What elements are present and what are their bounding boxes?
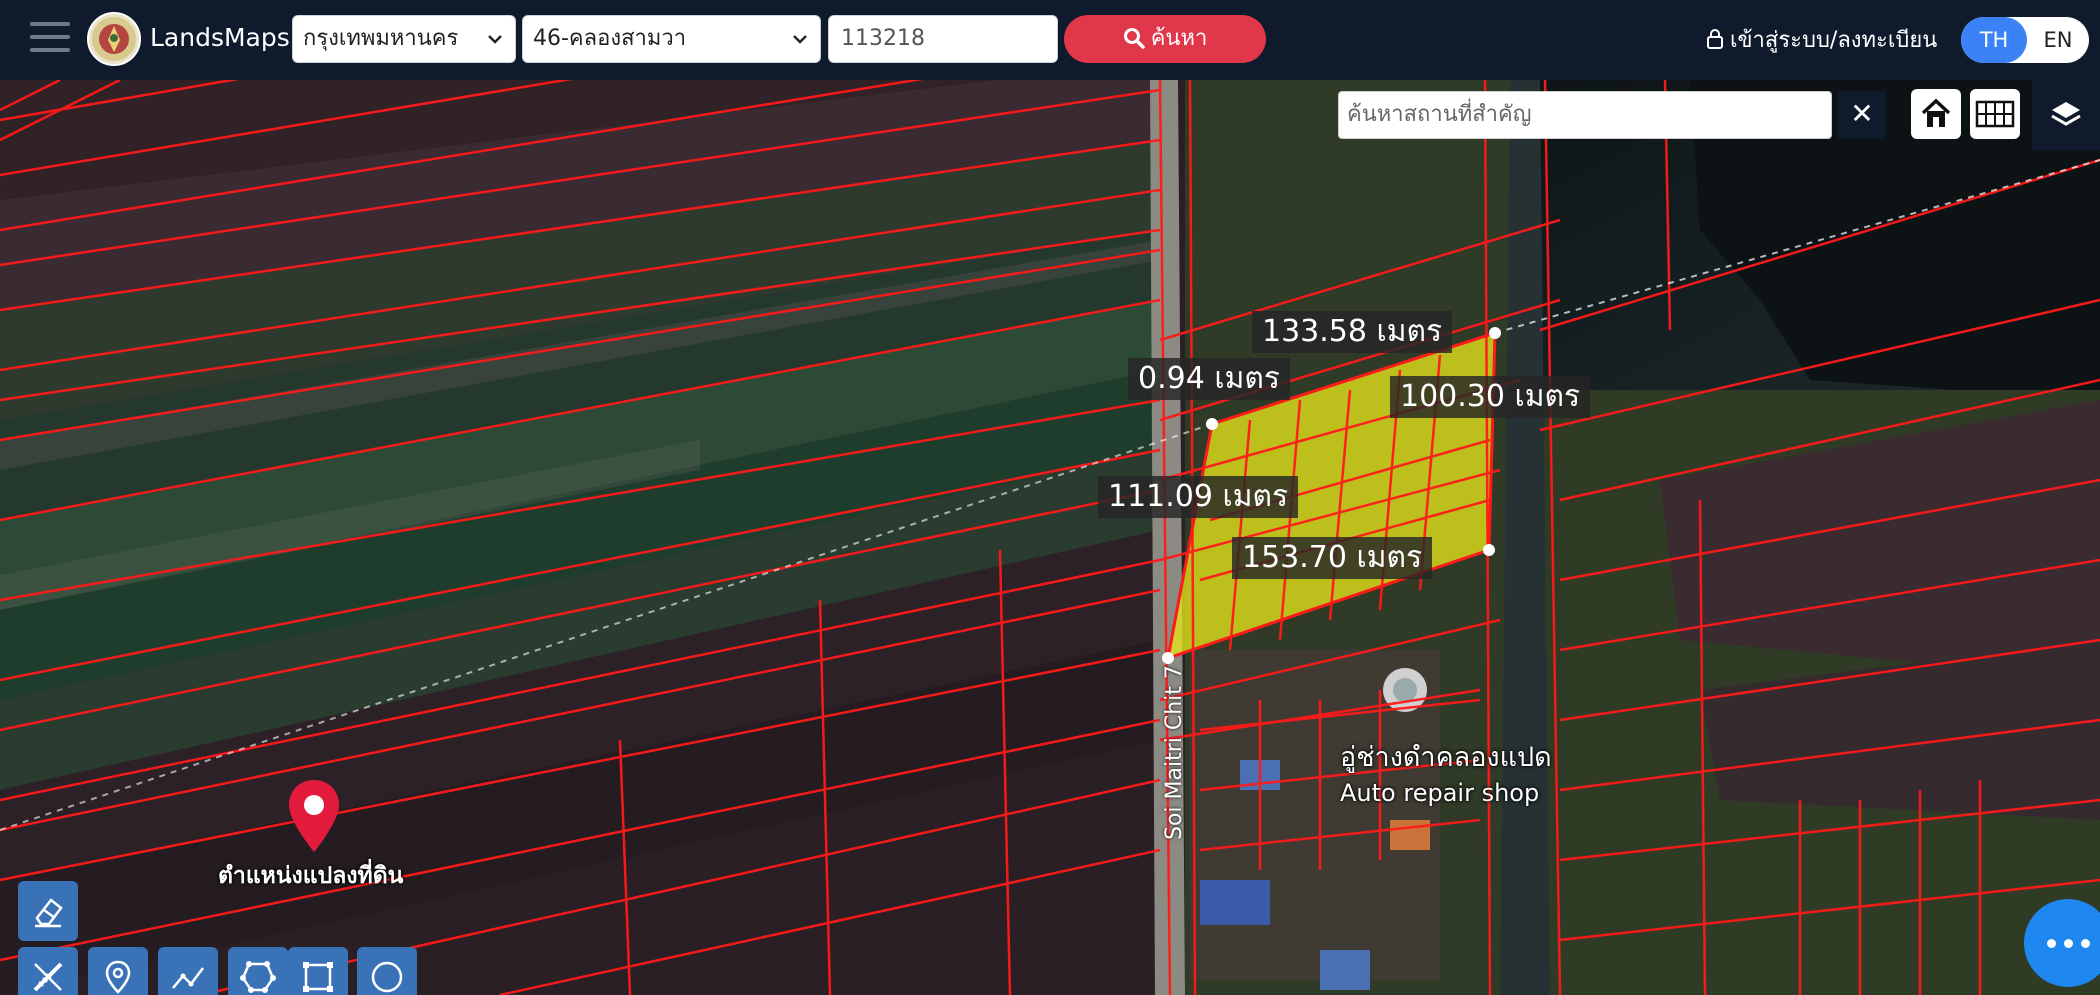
top-navigation-bar: LandsMaps กรุงเทพมหานคร 46-คลองสามวา 113…	[0, 0, 2100, 80]
measurement-label: 133.58 เมตร	[1252, 311, 1453, 353]
shop-label-en[interactable]: Auto repair shop	[1340, 777, 1539, 809]
ruler-icon	[33, 962, 63, 992]
grid-button[interactable]	[1970, 89, 2020, 139]
landsmaps-logo	[87, 12, 141, 66]
road-label: Soi Maitri Chit 7	[1162, 665, 1187, 840]
login-register-link[interactable]: เข้าสู่ระบบ/ลงทะเบียน	[1706, 26, 1937, 56]
clear-search-button[interactable]: ✕	[1838, 91, 1886, 139]
language-toggle: TH EN	[1961, 17, 2089, 63]
line-tool-button[interactable]	[158, 947, 218, 995]
polygon-icon	[240, 961, 276, 993]
measurement-label: 153.70 เมตร	[1232, 537, 1433, 579]
map-canvas[interactable]: 133.58 เมตร 0.94 เมตร 100.30 เมตร 111.09…	[0, 80, 2100, 995]
circle-tool-button[interactable]	[357, 947, 417, 995]
search-icon	[1123, 28, 1145, 49]
circle-icon	[371, 961, 403, 993]
district-select-value: 46-คลองสามวา	[533, 26, 687, 51]
layers-button[interactable]	[2032, 80, 2100, 150]
ruler-tool-button[interactable]	[18, 947, 78, 995]
lock-icon	[1707, 29, 1723, 49]
eraser-tool-button[interactable]	[18, 881, 78, 941]
lang-en-button[interactable]: EN	[2027, 17, 2089, 63]
measurement-label: 100.30 เมตร	[1390, 376, 1591, 418]
map-pin-icon[interactable]	[286, 778, 342, 854]
layers-icon	[2051, 102, 2081, 126]
landmark-search-input[interactable]: ค้นหาสถานที่สำคัญ	[1338, 91, 1832, 139]
eraser-icon	[35, 898, 63, 928]
chevron-down-icon	[488, 35, 502, 44]
grid-icon	[1975, 100, 2015, 128]
search-button-label: ค้นหา	[1150, 26, 1208, 51]
polygon-tool-button[interactable]	[228, 947, 288, 995]
map-pin-icon	[105, 960, 131, 994]
home-button[interactable]	[1911, 89, 1961, 139]
province-select[interactable]: กรุงเทพมหานคร	[292, 15, 516, 63]
parcel-number-input[interactable]: 113218	[828, 15, 1058, 63]
login-label: เข้าสู่ระบบ/ลงทะเบียน	[1730, 28, 1938, 53]
brand-name[interactable]: LandsMaps	[150, 21, 290, 55]
hamburger-icon[interactable]	[30, 22, 70, 56]
measurement-label: 111.09 เมตร	[1098, 476, 1299, 518]
polyline-icon	[172, 967, 204, 989]
rectangle-tool-button[interactable]	[288, 947, 348, 995]
district-select[interactable]: 46-คลองสามวา	[522, 15, 821, 63]
pin-label: ตำแหน่งแปลงที่ดิน	[218, 863, 404, 889]
province-select-value: กรุงเทพมหานคร	[303, 26, 459, 51]
home-icon	[1921, 98, 1951, 127]
search-button[interactable]: ค้นหา	[1064, 15, 1266, 63]
measurement-label: 0.94 เมตร	[1128, 358, 1290, 400]
chevron-down-icon	[793, 35, 807, 44]
lang-th-button[interactable]: TH	[1961, 17, 2027, 63]
rectangle-icon	[303, 962, 333, 992]
chat-icon	[2046, 938, 2056, 948]
point-tool-button[interactable]	[88, 947, 148, 995]
shop-label-th[interactable]: อู่ช่างดำคลองแปด	[1340, 742, 1552, 774]
